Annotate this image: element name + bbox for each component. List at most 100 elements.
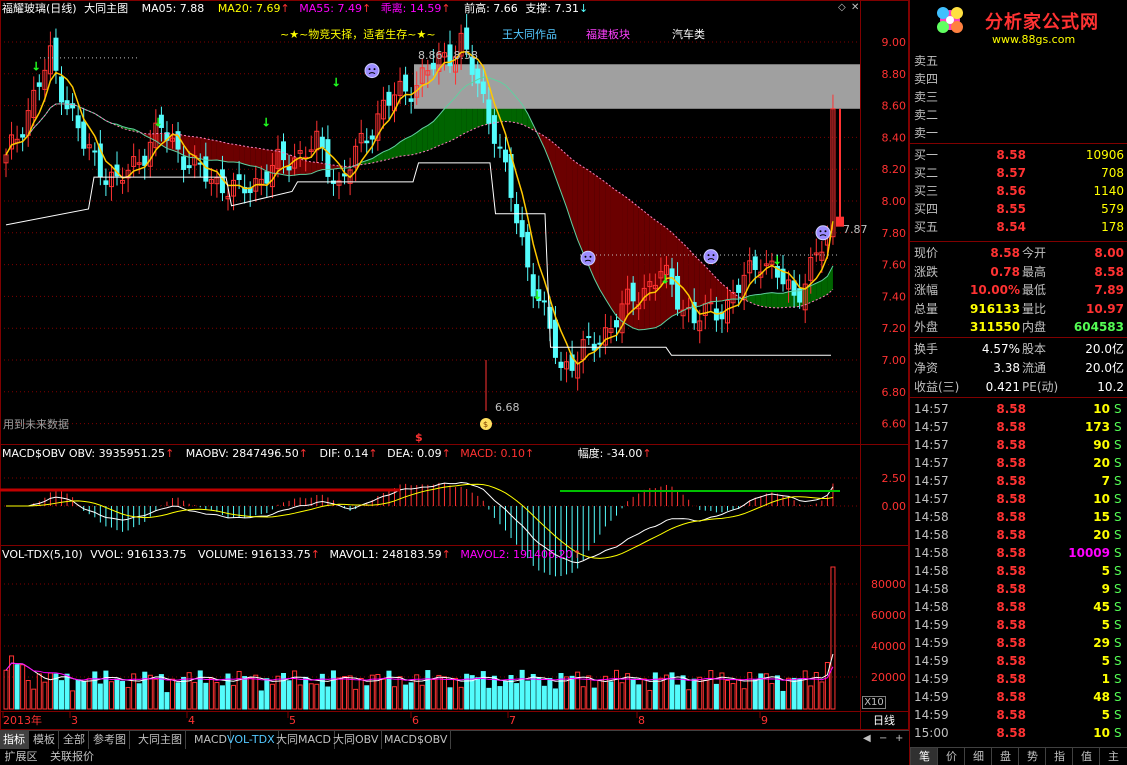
right-tab-2[interactable]: 细	[964, 748, 992, 765]
candle-body	[281, 141, 286, 161]
right-tab-7[interactable]: 主	[1099, 748, 1127, 765]
time-tick-label: 7	[509, 714, 516, 727]
stock-title[interactable]: 福耀玻璃(日线)	[2, 2, 77, 15]
up-arrow-icon: ↑	[524, 447, 535, 460]
tick-volume: 5	[1101, 564, 1110, 578]
volume-bar	[25, 680, 31, 710]
volume-bar	[663, 674, 669, 710]
order-label: 卖五	[914, 54, 939, 68]
tab-linked-quote[interactable]: 关联报价	[44, 748, 100, 765]
right-tab-4[interactable]: 势	[1018, 748, 1046, 765]
tick-time: 14:57	[914, 420, 949, 434]
right-tab-5[interactable]: 指	[1045, 748, 1073, 765]
volume-bar	[741, 688, 747, 710]
quote-value: 10.97	[1086, 301, 1124, 316]
tab-all[interactable]: 全部	[60, 731, 89, 749]
candle-body	[669, 268, 675, 285]
tick-direction: S	[1114, 618, 1122, 632]
right-tab-6[interactable]: 值	[1072, 748, 1100, 765]
tick-row: 15:00 8.58 10 S	[910, 724, 1127, 742]
tab-extension-area[interactable]: 扩展区	[2, 748, 40, 765]
volume-bar	[186, 672, 192, 710]
order-volume: 579	[1101, 202, 1124, 216]
tick-time: 14:59	[914, 636, 949, 650]
volume-bar	[208, 677, 214, 710]
quote-value: 7.89	[1094, 283, 1124, 297]
volume-bar	[92, 671, 98, 710]
volume-bar	[336, 677, 342, 710]
down-arrow-icon: ↓	[579, 2, 589, 15]
tick-row: 14:59 8.58 1 S	[910, 670, 1127, 688]
volume-bar	[675, 684, 681, 710]
candle-body	[475, 68, 481, 84]
candle-body	[525, 231, 531, 268]
volume-bar	[525, 680, 531, 710]
tab-macd-obv[interactable]: MACD$OBV	[381, 731, 452, 749]
volume-bar	[219, 685, 225, 710]
scroll-left-icon[interactable]: ◀	[863, 733, 871, 744]
dollar-mark: $	[415, 431, 423, 444]
volume-bar	[70, 690, 76, 710]
cloud-band-segment	[300, 158, 306, 175]
tick-direction: S	[1114, 420, 1122, 434]
obv-value: OBV: 3935951.25	[68, 447, 166, 460]
volume-unit-badge: X10	[862, 696, 886, 709]
cloud-band-segment	[777, 293, 783, 308]
price-tick-label: 8.80	[882, 68, 907, 81]
tab-datong-macd[interactable]: 大同MACD	[273, 731, 335, 749]
quote-row: 涨幅 10.00% 最低 7.89	[910, 281, 1127, 299]
volume-bar	[103, 670, 109, 710]
tab-indicator[interactable]: 指标	[0, 731, 29, 749]
tab-template[interactable]: 模板	[30, 731, 59, 749]
cloud-band-segment	[422, 125, 428, 153]
window-close-icon[interactable]: ✕	[851, 2, 859, 13]
right-tab-3[interactable]: 盘	[991, 748, 1019, 765]
volume-bar	[47, 672, 53, 710]
time-tick-label: 6	[412, 714, 419, 727]
sector-label: 福建板块	[586, 28, 630, 41]
sell-order-row: 卖一	[910, 124, 1127, 142]
tab-datong-obv[interactable]: 大同OBV	[330, 731, 383, 749]
period-label[interactable]: 日线	[873, 713, 895, 729]
buy-arrow-icon: ↓	[331, 76, 341, 90]
tab-reference[interactable]: 参考图	[90, 731, 130, 749]
volume-bar	[780, 690, 786, 710]
cloud-band-segment	[244, 146, 251, 166]
tab-vol-tdx[interactable]: VOL-TDX	[224, 731, 279, 749]
tick-price: 8.58	[996, 402, 1026, 416]
window-diamond-icon[interactable]: ◇	[838, 2, 846, 13]
time-tick-label: 9	[761, 714, 768, 727]
cloud-band-segment	[694, 255, 700, 307]
cloud-band-segment	[622, 194, 628, 325]
tab-datong-main[interactable]: 大同主图	[135, 731, 186, 749]
tick-price: 8.58	[996, 708, 1026, 722]
zoom-out-icon[interactable]: −	[879, 733, 887, 744]
volume-bar	[580, 686, 586, 710]
volume-bar	[641, 678, 647, 710]
zoom-in-icon[interactable]: +	[895, 733, 903, 744]
tick-row: 14:58 8.58 20 S	[910, 526, 1127, 544]
tick-volume: 5	[1101, 654, 1110, 668]
tick-row: 14:59 8.58 48 S	[910, 688, 1127, 706]
right-tab-1[interactable]: 价	[937, 748, 965, 765]
volume-layer	[3, 566, 836, 710]
volume-bar	[353, 688, 359, 710]
macd-name[interactable]: MACD$OBV	[2, 447, 65, 460]
volume-bar	[736, 678, 742, 710]
candle-body	[736, 284, 742, 293]
cloud-band-segment	[566, 154, 573, 225]
tick-price: 8.58	[996, 582, 1026, 596]
volume-bar	[541, 685, 547, 710]
volume-bar	[519, 669, 525, 710]
volume-bar	[147, 674, 153, 710]
tick-row: 14:59 8.58 5 S	[910, 706, 1127, 724]
right-tab-0[interactable]: 笔	[910, 748, 938, 765]
volume-bar	[286, 680, 292, 710]
tick-price: 8.58	[996, 690, 1026, 704]
order-label: 买五	[914, 220, 939, 234]
quote-label: 外盘	[914, 320, 939, 334]
kline-chart[interactable]: ↓ ↓ ↓ ↓ ↓ ↓ ↓ $ 9.00 8.80 8.60 8.40 8.20 8.00 7.80 7.6…	[0, 0, 909, 765]
tick-time: 14:57	[914, 456, 949, 470]
indicator-name[interactable]: 大同主图	[84, 2, 128, 15]
vol-name[interactable]: VOL-TDX(5,10)	[2, 548, 83, 561]
